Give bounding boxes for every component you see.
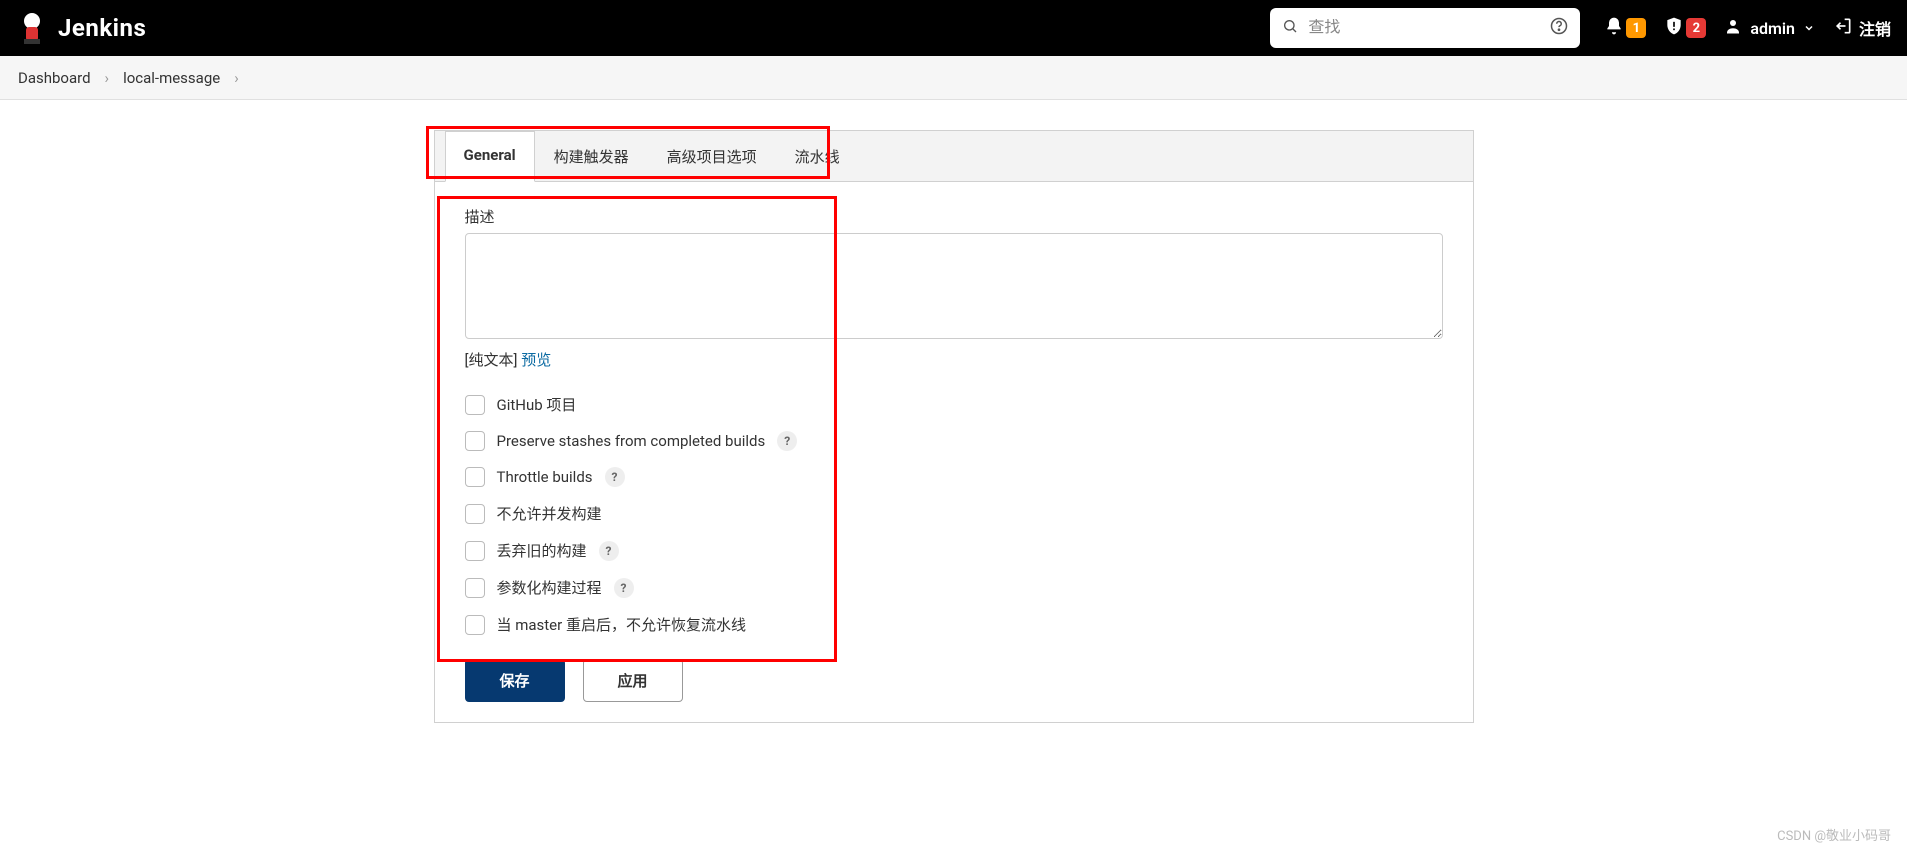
config-panel: General构建触发器高级项目选项流水线 描述 [纯文本] 预览 GitHub… xyxy=(434,130,1474,723)
option-row: 不允许并发构建 xyxy=(465,503,1443,524)
breadcrumb-item[interactable]: local-message xyxy=(123,69,220,87)
button-row: 保存 应用 xyxy=(435,645,1473,702)
logout-icon xyxy=(1833,16,1853,40)
bell-icon xyxy=(1604,16,1624,40)
user-menu[interactable]: admin xyxy=(1724,17,1815,39)
option-row: 参数化构建过程? xyxy=(465,577,1443,598)
search-icon xyxy=(1282,18,1298,38)
tab-2[interactable]: 高级项目选项 xyxy=(648,131,776,182)
tab-3[interactable]: 流水线 xyxy=(776,131,859,182)
description-input[interactable] xyxy=(465,233,1443,339)
logo[interactable]: Jenkins xyxy=(16,8,146,48)
chevron-right-icon: › xyxy=(105,69,110,87)
option-row: 当 master 重启后，不允许恢复流水线 xyxy=(465,614,1443,635)
option-checkbox[interactable] xyxy=(465,467,485,487)
alert-badge: 2 xyxy=(1686,18,1706,38)
description-label: 描述 xyxy=(465,206,1443,227)
watermark-text: CSDN @敬业小码哥 xyxy=(1777,825,1891,844)
config-tabs: General构建触发器高级项目选项流水线 xyxy=(435,131,1473,182)
breadcrumb-item[interactable]: Dashboard xyxy=(18,69,91,87)
chevron-down-icon xyxy=(1803,19,1815,38)
save-button[interactable]: 保存 xyxy=(465,659,565,702)
notifications-button[interactable]: 1 xyxy=(1604,16,1646,40)
option-label: 当 master 重启后，不允许恢复流水线 xyxy=(497,614,746,635)
help-icon[interactable]: ? xyxy=(605,467,625,487)
option-label: GitHub 项目 xyxy=(497,394,577,415)
hint-plain-text: [纯文本] xyxy=(465,351,518,369)
general-section: 描述 [纯文本] 预览 GitHub 项目 Preserve stashes fr… xyxy=(435,182,1473,645)
option-label: Preserve stashes from completed builds xyxy=(497,432,766,450)
apply-button[interactable]: 应用 xyxy=(583,659,683,702)
option-row: Throttle builds? xyxy=(465,467,1443,487)
tab-0[interactable]: General xyxy=(445,131,535,182)
option-row: 丢弃旧的构建? xyxy=(465,540,1443,561)
option-checkbox[interactable] xyxy=(465,504,485,524)
help-icon[interactable]: ? xyxy=(599,541,619,561)
option-row: Preserve stashes from completed builds? xyxy=(465,431,1443,451)
help-icon[interactable] xyxy=(1550,17,1568,39)
options-list: GitHub 项目 Preserve stashes from completed… xyxy=(465,394,1443,635)
chevron-right-icon: › xyxy=(234,69,239,87)
option-label: 丢弃旧的构建 xyxy=(497,540,587,561)
option-label: 不允许并发构建 xyxy=(497,503,602,524)
user-icon xyxy=(1724,17,1742,39)
preview-link[interactable]: 预览 xyxy=(521,351,551,369)
description-hint: [纯文本] 预览 xyxy=(465,349,1443,370)
breadcrumb: Dashboard › local-message › xyxy=(0,56,1907,100)
help-icon[interactable]: ? xyxy=(614,578,634,598)
option-row: GitHub 项目 xyxy=(465,394,1443,415)
alerts-button[interactable]: 2 xyxy=(1664,16,1706,40)
notif-badge: 1 xyxy=(1626,18,1646,38)
top-header: Jenkins 1 2 admin xyxy=(0,0,1907,56)
option-checkbox[interactable] xyxy=(465,578,485,598)
username-label: admin xyxy=(1750,19,1795,38)
option-checkbox[interactable] xyxy=(465,431,485,451)
search-input[interactable] xyxy=(1308,19,1540,37)
logo-text: Jenkins xyxy=(58,14,146,42)
logout-button[interactable]: 注销 xyxy=(1833,16,1891,40)
jenkins-logo-icon xyxy=(16,8,48,48)
logout-label: 注销 xyxy=(1859,16,1891,40)
tab-1[interactable]: 构建触发器 xyxy=(535,131,648,182)
option-checkbox[interactable] xyxy=(465,395,485,415)
help-icon[interactable]: ? xyxy=(777,431,797,451)
option-label: 参数化构建过程 xyxy=(497,577,602,598)
search-box[interactable] xyxy=(1270,8,1580,48)
option-checkbox[interactable] xyxy=(465,541,485,561)
option-label: Throttle builds xyxy=(497,468,593,486)
shield-icon xyxy=(1664,16,1684,40)
option-checkbox[interactable] xyxy=(465,615,485,635)
